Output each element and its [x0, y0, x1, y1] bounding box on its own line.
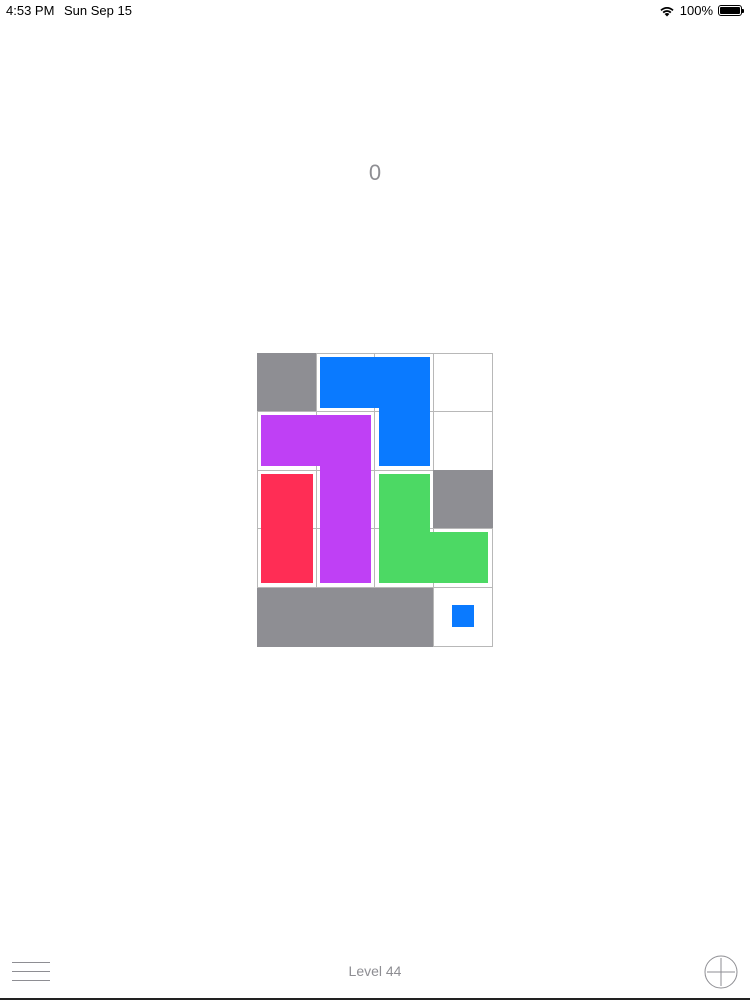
target-marker — [452, 605, 474, 627]
status-bar: 4:53 PM Sun Sep 15 100% — [0, 0, 750, 22]
status-time: 4:53 PM — [6, 3, 55, 18]
game-board[interactable] — [257, 353, 493, 647]
battery-percent: 100% — [679, 3, 713, 18]
green-block[interactable] — [257, 353, 493, 647]
status-right: 100% — [659, 3, 744, 18]
level-label: Level 44 — [348, 963, 402, 979]
wifi-icon — [660, 6, 674, 16]
battery-icon — [718, 5, 744, 16]
move-counter: 0 — [368, 160, 382, 185]
add-button[interactable] — [704, 955, 738, 989]
status-date: Sun Sep 15 — [64, 3, 132, 18]
